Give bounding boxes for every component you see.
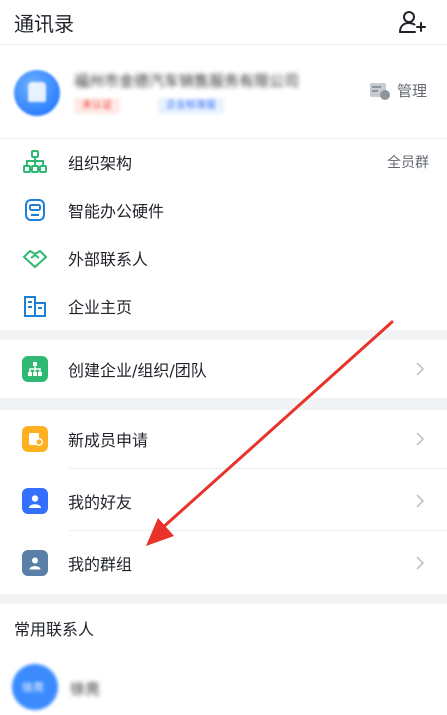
menu-label-smart-hardware: 智能办公硬件 xyxy=(68,202,165,221)
chevron-right-icon xyxy=(416,362,425,376)
all-members-group-link[interactable]: 全员群 xyxy=(387,152,429,172)
friend-icon xyxy=(22,488,48,514)
menu-item-my-groups[interactable]: 我的群组 xyxy=(0,538,447,588)
menu-item-create-org[interactable]: 创建企业/组织/团队 xyxy=(0,346,447,392)
contact-name[interactable]: 徐亮 xyxy=(70,678,100,699)
menu-item-external-contacts[interactable]: 外部联系人 xyxy=(0,238,447,278)
manage-label: 管理 xyxy=(396,82,427,100)
org-avatar xyxy=(14,70,60,116)
add-contact-button[interactable] xyxy=(397,8,427,38)
header-divider xyxy=(0,44,447,45)
new-member-icon xyxy=(22,426,48,452)
menu-label-my-groups: 我的群组 xyxy=(68,555,133,574)
org-status-badge: 未认证 xyxy=(74,98,120,114)
create-org-icon xyxy=(22,356,48,382)
menu-label-my-friends: 我的好友 xyxy=(68,493,133,512)
group-icon xyxy=(22,550,48,576)
menu-item-smart-hardware[interactable]: 智能办公硬件 xyxy=(0,190,447,230)
manage-button[interactable]: 管理 xyxy=(369,80,427,101)
row-divider xyxy=(68,468,447,469)
frequent-contacts-title: 常用联系人 xyxy=(14,620,95,639)
org-tree-icon xyxy=(23,150,47,173)
menu-label-company-homepage: 企业主页 xyxy=(68,298,133,317)
org-card[interactable]: 福州市金德汽车销售服务有限公司 未认证 企业标准版 管理 xyxy=(0,48,447,134)
avatar-text: 徐亮 xyxy=(22,681,44,694)
app-header: 通讯录 xyxy=(0,0,447,44)
chevron-right-icon xyxy=(416,494,425,508)
device-icon xyxy=(25,199,45,221)
section-gap xyxy=(0,594,447,604)
row-divider xyxy=(68,530,447,531)
building-icon xyxy=(24,296,46,317)
chevron-right-icon xyxy=(416,556,425,570)
add-person-icon xyxy=(399,11,426,33)
menu-item-new-member-requests[interactable]: 新成员申请 xyxy=(0,414,447,464)
handshake-icon xyxy=(23,250,47,268)
org-divider xyxy=(0,138,447,139)
section-gap xyxy=(0,398,447,410)
menu-label-new-member-requests: 新成员申请 xyxy=(68,431,149,450)
menu-item-my-friends[interactable]: 我的好友 xyxy=(0,476,447,526)
org-name: 福州市金德汽车销售服务有限公司 xyxy=(74,72,300,90)
menu-item-org-structure[interactable]: 组织架构 全员群 xyxy=(0,142,447,182)
menu-label-create-org: 创建企业/组织/团队 xyxy=(68,361,207,380)
chevron-right-icon xyxy=(416,432,425,446)
avatar[interactable]: 徐亮 xyxy=(12,664,58,710)
section-gap xyxy=(0,330,447,340)
menu-label-org-structure: 组织架构 xyxy=(68,154,133,173)
org-plan-badge: 企业标准版 xyxy=(158,98,224,114)
manage-icon xyxy=(369,82,390,100)
page-title: 通讯录 xyxy=(14,12,74,36)
menu-item-company-homepage[interactable]: 企业主页 xyxy=(0,286,447,326)
menu-label-external-contacts: 外部联系人 xyxy=(68,250,149,269)
